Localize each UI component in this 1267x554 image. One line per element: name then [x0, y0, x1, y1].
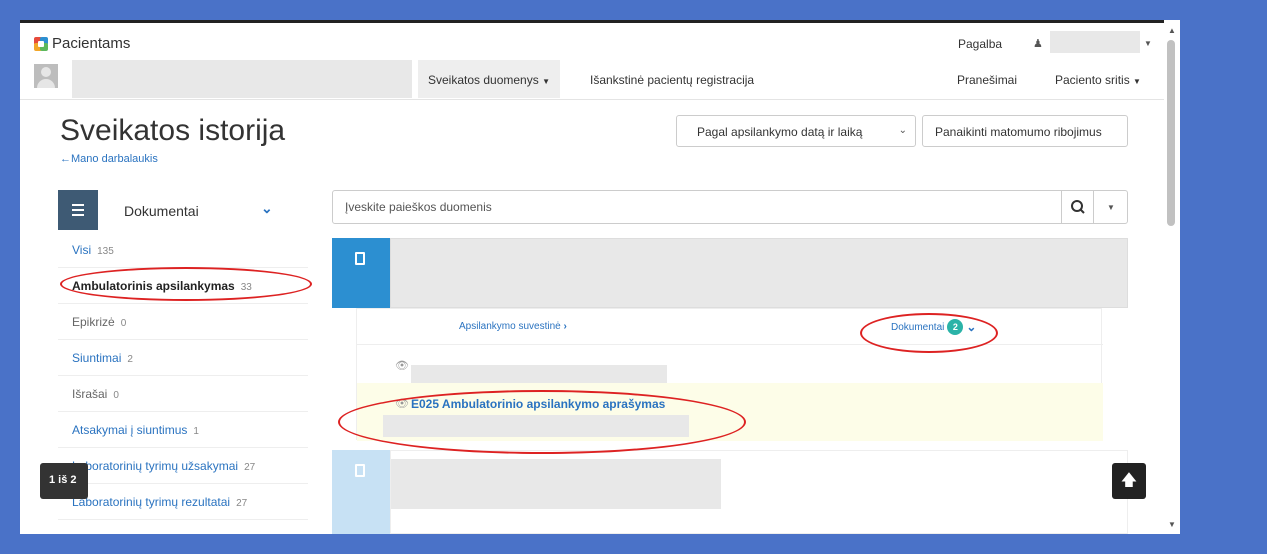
annotation-oval [338, 390, 746, 454]
list-icon [58, 190, 98, 230]
chevron-right-icon: › [563, 321, 567, 332]
sidebar-item-label: Siuntimai [72, 351, 122, 365]
visit-card-header-redacted [391, 459, 721, 509]
sidebar-item-count: 1 [193, 426, 199, 437]
sort-select[interactable]: Pagal apsilankymo datą ir laiką ⌄ [676, 115, 916, 147]
browser-viewport: Pacientams Pagalba ♟ ▼ Sveikatos duomeny… [20, 20, 1180, 534]
document-row[interactable]: 👁 [357, 345, 1103, 399]
annotation-oval [60, 267, 312, 301]
nav-health-data-label: Sveikatos duomenys [428, 73, 539, 87]
documents-filter-header[interactable]: Dokumentai ⌄ [58, 190, 290, 230]
vertical-scrollbar[interactable]: ▲ ▼ [1164, 20, 1180, 534]
caret-down-icon: ▼ [1107, 203, 1115, 212]
search-button[interactable] [1061, 191, 1093, 223]
sidebar-item-count: 135 [97, 246, 114, 257]
visit-card-accent [332, 238, 390, 308]
annotation-oval [860, 313, 998, 353]
avatar [34, 64, 58, 88]
chevron-down-icon: ▼ [542, 77, 550, 86]
sidebar-item-label: Laboratorinių tyrimų rezultatai [72, 495, 231, 509]
brand-link[interactable]: Pacientams [34, 35, 130, 52]
help-link[interactable]: Pagalba [958, 37, 1002, 51]
visit-summary-link[interactable]: Apsilankymo suvestinė › [459, 321, 567, 332]
back-to-dashboard-link[interactable]: ←Mano darbalaukis [60, 153, 158, 165]
scroll-up-icon[interactable]: ▲ [1168, 26, 1176, 35]
chevron-down-icon[interactable]: ⌄ [261, 200, 273, 217]
nav-patient-area[interactable]: Paciento sritis ▼ [1055, 73, 1141, 87]
sidebar-item-count: 0 [113, 390, 119, 401]
clear-visibility-restrictions-button[interactable]: Panaikinti matomumo ribojimus [922, 115, 1128, 147]
nav-notifications[interactable]: Pranešimai [957, 73, 1017, 87]
visit-summary-link-label: Apsilankymo suvestinė [459, 321, 561, 332]
sidebar-item-label: Visi [72, 243, 92, 257]
user-menu[interactable] [1050, 31, 1140, 53]
page-indicator: 1 iš 2 [40, 463, 88, 499]
scroll-down-icon[interactable]: ▼ [1168, 520, 1176, 529]
search-icon [1071, 200, 1085, 214]
documents-filter-title: Dokumentai [124, 203, 199, 219]
sidebar-item-count: 2 [127, 354, 133, 365]
nav-patient-area-label: Paciento sritis [1055, 73, 1130, 87]
sidebar-item-epicrisis[interactable]: Epikrizė 0 [58, 304, 308, 340]
scrollbar-thumb[interactable] [1167, 40, 1175, 226]
visit-card-accent [332, 450, 390, 534]
visit-card-header[interactable] [390, 450, 1128, 534]
brand-name: Pacientams [52, 35, 131, 52]
sidebar-item-lab-results[interactable]: Laboratorinių tyrimų rezultatai 27 [58, 484, 308, 520]
user-icon: ♟ [1033, 38, 1043, 50]
sidebar-item-count: 0 [120, 318, 127, 329]
page-title: Sveikatos istorija [60, 114, 286, 147]
arrow-up-icon: 🡅 [1120, 472, 1138, 489]
sidebar-item-label: Epikrizė [72, 315, 115, 329]
chevron-down-icon: ⌄ [898, 125, 907, 136]
sidebar-item-label: Laboratorinių tyrimų užsakymai [72, 459, 239, 473]
sidebar-item-referral-responses[interactable]: Atsakymai į siuntimus 1 [58, 412, 308, 448]
logo-icon [34, 36, 48, 51]
sidebar-item-count: 27 [244, 462, 256, 473]
visit-card-header-redacted[interactable] [390, 238, 1128, 308]
eye-icon: 👁 [395, 360, 409, 372]
sidebar-item-discharges[interactable]: Išrašai 0 [58, 376, 308, 412]
sidebar-item-all[interactable]: Visi 135 [58, 232, 308, 268]
sort-select-value: Pagal apsilankymo datą ir laiką [697, 125, 863, 139]
hospital-icon [355, 252, 365, 265]
user-name-redacted [72, 60, 412, 98]
sidebar-item-label: Atsakymai į siuntimus [72, 423, 188, 437]
sidebar-item-label: Išrašai [72, 387, 108, 401]
chevron-down-icon: ▼ [1133, 77, 1141, 86]
scroll-to-top-button[interactable]: 🡅 [1112, 463, 1146, 499]
search-bar: ▼ [332, 190, 1128, 224]
hospital-icon [355, 464, 365, 477]
search-options-button[interactable]: ▼ [1093, 191, 1127, 223]
sidebar-item-count: 27 [236, 498, 248, 509]
sidebar-item-lab-orders[interactable]: Laboratorinių tyrimų užsakymai 27 [58, 448, 308, 484]
sidebar-item-referrals[interactable]: Siuntimai 2 [58, 340, 308, 376]
nav-pre-registration[interactable]: Išankstinė pacientų registracija [590, 73, 754, 87]
nav-health-data[interactable]: Sveikatos duomenys ▼ [418, 60, 560, 98]
main-nav: Sveikatos duomenys ▼ Išankstinė pacientų… [20, 60, 1164, 100]
search-input[interactable] [333, 191, 1053, 223]
top-bar: Pacientams Pagalba ♟ ▼ [20, 20, 1164, 60]
user-menu-caret-icon: ▼ [1144, 39, 1152, 48]
